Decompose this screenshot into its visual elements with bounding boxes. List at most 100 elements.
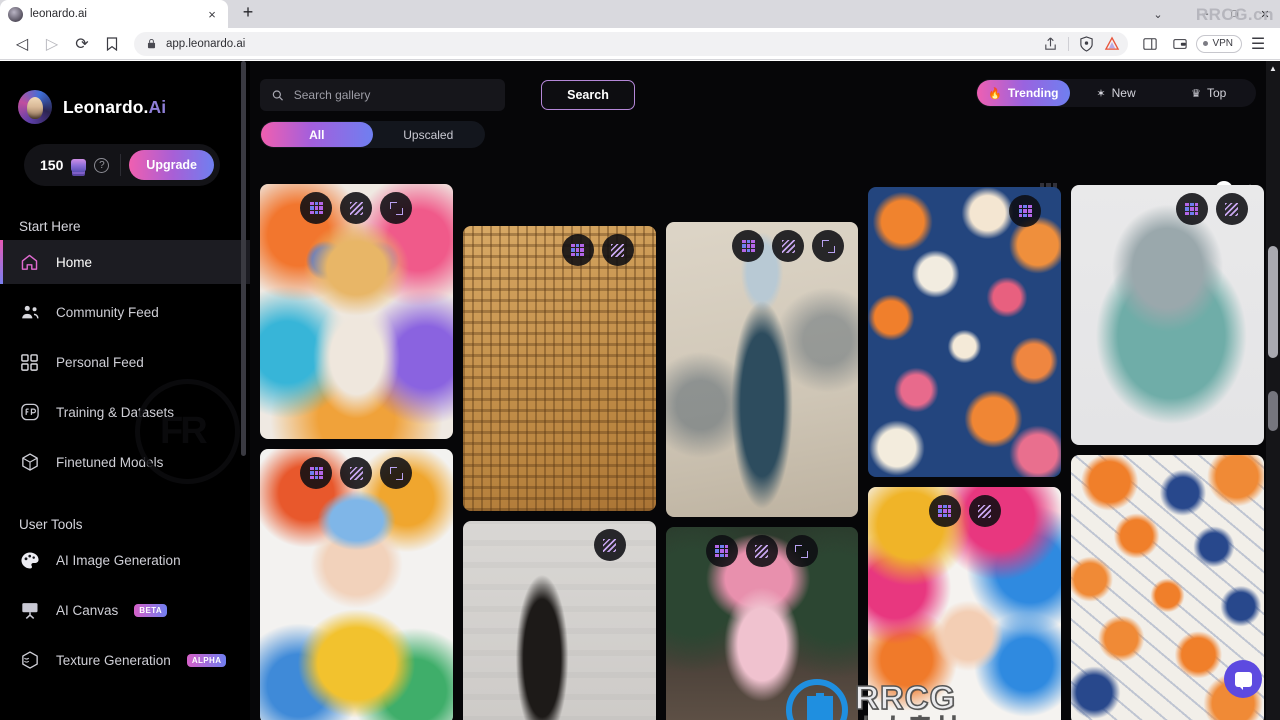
trophy-icon: ♛ [1191, 87, 1201, 100]
expand-icon[interactable] [785, 535, 818, 567]
gallery-card[interactable] [260, 184, 453, 439]
new-tab-button[interactable]: + [234, 0, 262, 28]
sort-tab-label: Top [1206, 86, 1227, 100]
sidebar-scrollbar-thumb[interactable] [241, 61, 246, 456]
card-actions [868, 495, 1061, 527]
gallery-card[interactable] [462, 226, 656, 511]
pixel-grid-icon[interactable] [561, 234, 594, 266]
card-actions [666, 230, 859, 262]
search-input-wrap[interactable] [260, 79, 505, 111]
maximize-button[interactable]: □ [1220, 0, 1250, 28]
close-icon[interactable]: × [204, 6, 220, 22]
card-actions [260, 457, 453, 489]
forward-icon[interactable]: ▷ [38, 31, 66, 57]
intercom-chat-icon[interactable] [1224, 660, 1262, 698]
upscale-icon[interactable] [593, 529, 626, 561]
sidebar-item-personal-feed[interactable]: Personal Feed [0, 340, 250, 384]
back-icon[interactable]: ◁ [8, 31, 36, 57]
gallery-card[interactable] [260, 449, 453, 720]
sort-tab-top[interactable]: ♛ Top [1162, 80, 1255, 106]
sidebar-item-texture-generation[interactable]: Texture Generation ALPHA [0, 638, 250, 682]
browser-menu-icon[interactable]: ☰ [1244, 31, 1272, 57]
training-dataset-icon [19, 402, 40, 423]
share-icon[interactable] [1043, 36, 1058, 51]
window-close-button[interactable]: ✕ [1250, 0, 1280, 28]
search-button[interactable]: Search [541, 80, 635, 110]
upgrade-button[interactable]: Upgrade [129, 150, 214, 180]
omnibox-actions [1043, 35, 1120, 52]
pixel-grid-icon[interactable] [300, 192, 333, 224]
browser-tab[interactable]: leonardo.ai × [0, 0, 228, 28]
filter-pill-group: All Upscaled [260, 121, 485, 148]
gallery-card[interactable] [462, 521, 656, 720]
vpn-button[interactable]: VPN [1196, 34, 1242, 53]
brave-shields-icon[interactable] [1079, 35, 1094, 52]
wallet-icon[interactable] [1166, 31, 1194, 57]
hieroglyphics-artwork [462, 226, 656, 511]
gallery-card[interactable] [665, 222, 859, 517]
background-watermark [135, 379, 240, 484]
pixel-grid-icon[interactable] [732, 230, 765, 262]
pixel-grid-icon[interactable] [1009, 195, 1042, 227]
expand-icon[interactable] [380, 192, 413, 224]
sort-tab-label: Trending [1007, 86, 1059, 100]
chevron-down-icon[interactable]: ⌄ [1144, 0, 1172, 28]
filter-pill-all[interactable]: All [261, 122, 373, 147]
pixel-grid-icon[interactable] [705, 535, 738, 567]
sidebar-section-title-user-tools: User Tools [19, 517, 83, 532]
pixel-grid-icon[interactable] [300, 457, 333, 489]
sidebar-item-community-feed[interactable]: Community Feed [0, 290, 250, 334]
leonardo-avatar-logo [18, 90, 52, 124]
sidebar-toggle-icon[interactable] [1136, 31, 1164, 57]
pixel-grid-icon[interactable] [928, 495, 961, 527]
minimize-button[interactable]: – [1190, 0, 1220, 28]
upscale-icon[interactable] [968, 495, 1001, 527]
address-bar[interactable]: app.leonardo.ai [134, 31, 1129, 56]
gallery-card[interactable] [665, 527, 859, 720]
sidebar-scrollbar[interactable] [241, 61, 246, 720]
sidebar-glyph [1143, 37, 1158, 50]
vpn-status-dot [1203, 41, 1209, 46]
sidebar-item-home[interactable]: Home [0, 240, 250, 284]
status-badge: ALPHA [186, 653, 227, 667]
gallery-card[interactable] [1071, 185, 1264, 445]
divider [120, 154, 122, 176]
card-actions [463, 234, 656, 266]
sidebar-item-ai-canvas[interactable]: AI Canvas BETA [0, 588, 250, 632]
gallery-card[interactable] [868, 487, 1062, 720]
status-badge: BETA [134, 603, 168, 617]
page-scrollbar-thumb[interactable] [1268, 246, 1278, 358]
scroll-up-arrow[interactable]: ▲ [1266, 61, 1280, 75]
sort-tab-label: New [1111, 86, 1136, 100]
upscale-icon[interactable] [340, 457, 373, 489]
gallery-card[interactable] [868, 187, 1062, 477]
sidebar-item-ai-image-generation[interactable]: AI Image Generation [0, 538, 250, 582]
expand-icon[interactable] [380, 457, 413, 489]
upscale-icon[interactable] [745, 535, 778, 567]
search-input[interactable] [293, 88, 493, 102]
sort-tab-trending[interactable]: 🔥 Trending [977, 80, 1070, 106]
upscale-icon[interactable] [772, 230, 805, 262]
masonry-grid [260, 168, 1264, 720]
brave-leo-icon[interactable] [1104, 36, 1120, 51]
gallery-column [868, 168, 1062, 720]
help-circle-icon[interactable]: ? [94, 157, 110, 173]
sort-tab-new[interactable]: ✶ New [1070, 80, 1163, 106]
filter-pill-upscaled[interactable]: Upscaled [373, 122, 485, 147]
pixel-grid-icon[interactable] [1175, 193, 1208, 225]
bookmark-icon[interactable] [98, 31, 126, 57]
divider [1068, 36, 1070, 51]
easel-icon [19, 600, 40, 621]
upscale-icon[interactable] [601, 234, 634, 266]
gallery-toolbar: Search All Upscaled 🔥 Trending ✶ New [250, 61, 1280, 199]
brand[interactable]: Leonardo.Ai [0, 61, 250, 124]
page-scrollbar[interactable]: ▲ [1266, 61, 1280, 720]
leonardo-favicon-icon [8, 6, 23, 22]
upscale-icon[interactable] [340, 192, 373, 224]
upscale-icon[interactable] [1215, 193, 1248, 225]
sidebar-item-label: AI Canvas [56, 602, 119, 618]
leonardo-app: Leonardo.Ai 150 ? Upgrade Start Here Hom… [0, 61, 1280, 720]
reload-icon[interactable]: ⟳ [68, 31, 96, 57]
tab-strip: leonardo.ai × + ⌄ – □ ✕ [0, 0, 1280, 28]
expand-icon[interactable] [812, 230, 845, 262]
